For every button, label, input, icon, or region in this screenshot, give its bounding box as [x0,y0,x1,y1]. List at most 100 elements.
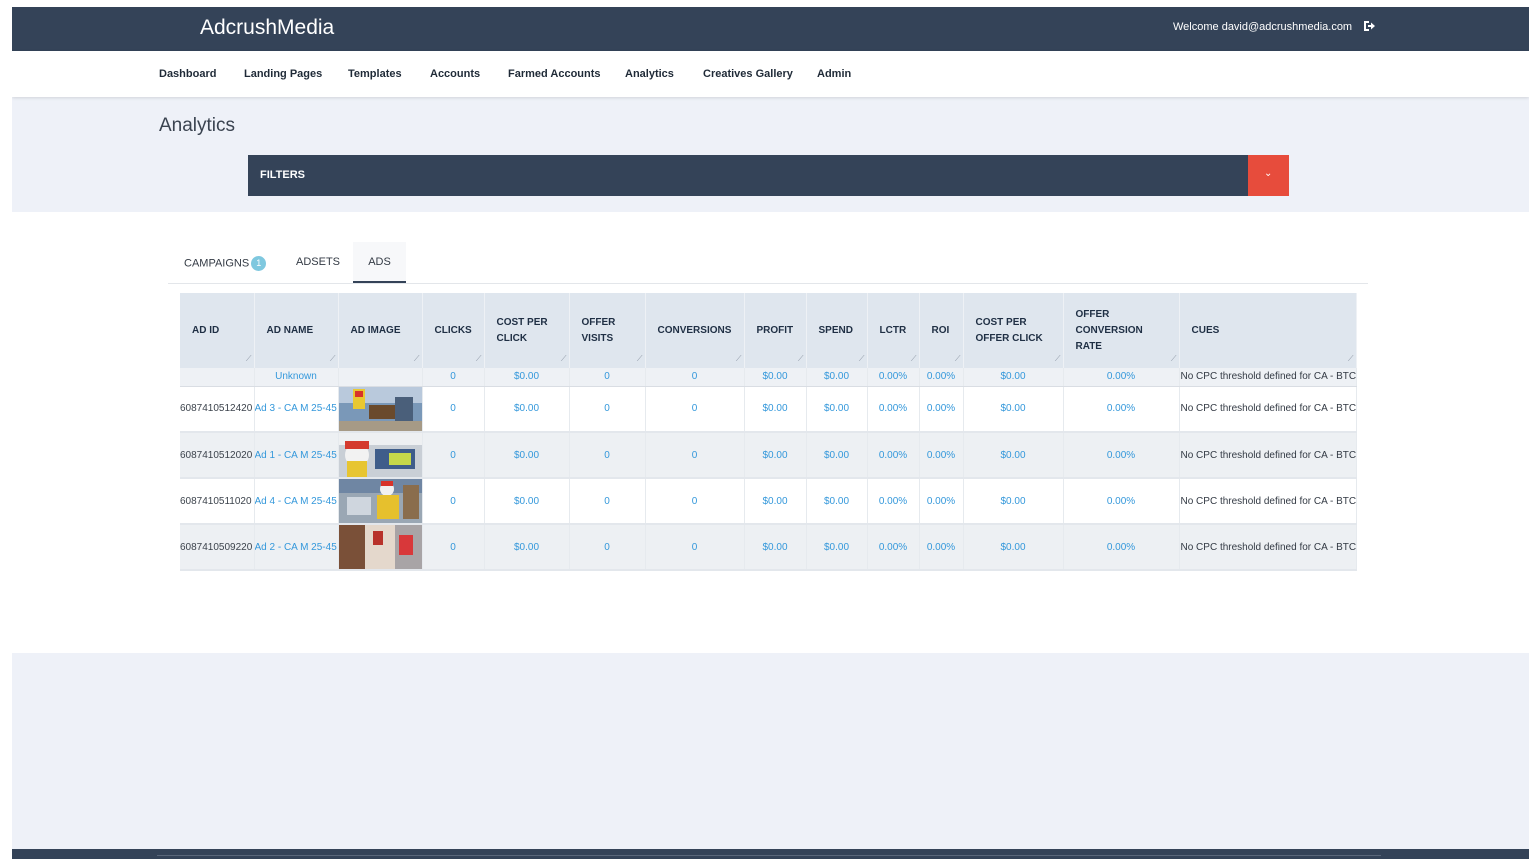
spend-cell[interactable]: $0.00 [806,432,868,479]
column-header[interactable]: OFFER VISITS ⟋ [569,293,646,368]
profit-cell[interactable]: $0.00 [744,478,807,525]
column-header[interactable]: LCTR ⟋ [867,293,920,368]
roi-cell[interactable]: 0.00% [919,432,964,479]
column-header[interactable]: ROI ⟋ [919,293,964,368]
ad-thumbnail-image[interactable] [338,386,422,431]
resize-handle-icon: ⟋ [245,354,252,363]
offer-visits-cell[interactable]: 0 [569,524,646,571]
tab-campaigns[interactable]: CAMPAIGNS 1 [184,242,267,283]
cpc-cell[interactable]: $0.00 [484,524,570,571]
cpc-cell[interactable]: $0.00 [484,368,570,387]
clicks-cell[interactable]: 0 [422,368,485,387]
clicks-cell[interactable]: 0 [422,524,485,571]
page-title: Analytics [159,115,236,136]
ad-id-cell: 6087410511020 [180,478,255,525]
cpoc-cell[interactable]: $0.00 [963,432,1064,479]
ad-thumbnail-image[interactable] [338,525,422,569]
filters-toggle-button[interactable]: ⌄ [1248,155,1289,196]
column-header[interactable]: SPEND ⟋ [806,293,868,368]
clicks-cell[interactable]: 0 [422,478,485,525]
conversions-cell[interactable]: 0 [645,386,745,433]
ocr-cell[interactable]: 0.00% [1063,478,1180,525]
clicks-cell[interactable]: 0 [422,386,485,433]
nav-analytics[interactable]: Analytics [625,68,674,80]
filters-panel[interactable]: FILTERS ⌄ [248,155,1289,196]
roi-cell[interactable]: 0.00% [919,524,964,571]
nav-templates[interactable]: Templates [348,68,402,80]
conversions-cell[interactable]: 0 [645,524,745,571]
ad-name-link[interactable]: Ad 4 - CA M 25-45 [254,478,339,525]
cpc-cell[interactable]: $0.00 [484,432,570,479]
nav-farmed-accounts[interactable]: Farmed Accounts [508,68,601,80]
tab-adsets[interactable]: ADSETS [296,242,340,283]
profit-cell[interactable]: $0.00 [744,368,807,387]
ocr-cell[interactable]: 0.00% [1063,432,1180,479]
ocr-cell[interactable]: 0.00% [1063,386,1180,433]
column-header[interactable]: CONVERSIONS ⟋ [645,293,745,368]
brand-logo[interactable]: AdcrushMedia [200,16,334,40]
offer-visits-cell[interactable]: 0 [569,432,646,479]
nav-creatives-gallery[interactable]: Creatives Gallery [703,68,793,80]
offer-visits-cell[interactable]: 0 [569,478,646,525]
column-header[interactable]: AD IMAGE ⟋ [338,293,423,368]
cpc-cell[interactable]: $0.00 [484,478,570,525]
nav-admin[interactable]: Admin [817,68,851,80]
cpoc-cell[interactable]: $0.00 [963,524,1064,571]
lctr-cell[interactable]: 0.00% [867,386,920,433]
ad-name-link[interactable]: Ad 1 - CA M 25-45 [254,432,339,479]
ad-id-cell: 6087410512020 [180,432,255,479]
nav-landing-pages[interactable]: Landing Pages [244,68,322,80]
conversions-cell[interactable]: 0 [645,478,745,525]
column-header[interactable]: AD ID ⟋ [180,293,255,368]
cpoc-cell[interactable]: $0.00 [963,478,1064,525]
tab-ads[interactable]: ADS [353,242,406,283]
profit-cell[interactable]: $0.00 [744,524,807,571]
ad-id-cell: 6087410512420 [180,386,255,433]
column-header[interactable]: OFFER CONVERSION RATE ⟋ [1063,293,1180,368]
ocr-cell[interactable]: 0.00% [1063,368,1180,387]
clicks-cell[interactable]: 0 [422,432,485,479]
column-header[interactable]: AD NAME ⟋ [254,293,339,368]
ocr-cell[interactable]: 0.00% [1063,524,1180,571]
column-header[interactable]: CLICKS ⟋ [422,293,485,368]
ad-thumbnail-image[interactable] [338,479,422,523]
cpoc-cell[interactable]: $0.00 [963,386,1064,433]
roi-cell[interactable]: 0.00% [919,478,964,525]
lctr-cell[interactable]: 0.00% [867,478,920,525]
spend-cell[interactable]: $0.00 [806,478,868,525]
ad-id-cell [180,368,255,387]
column-header[interactable]: COST PER CLICK ⟋ [484,293,570,368]
ad-name-link[interactable]: Ad 2 - CA M 25-45 [254,524,339,571]
cpc-cell[interactable]: $0.00 [484,386,570,433]
nav-dashboard[interactable]: Dashboard [159,68,216,80]
roi-cell[interactable]: 0.00% [919,386,964,433]
spend-cell[interactable]: $0.00 [806,368,868,387]
lctr-cell[interactable]: 0.00% [867,524,920,571]
ad-name-link[interactable]: Ad 3 - CA M 25-45 [254,386,339,433]
ad-thumbnail-image[interactable] [338,433,422,477]
cpoc-cell[interactable]: $0.00 [963,368,1064,387]
ad-image-cell [338,386,423,433]
offer-visits-cell[interactable]: 0 [569,368,646,387]
spend-cell[interactable]: $0.00 [806,386,868,433]
profit-cell[interactable]: $0.00 [744,432,807,479]
campaigns-count-badge: 1 [251,256,267,271]
conversions-cell[interactable]: 0 [645,368,745,387]
ad-name-link[interactable]: Unknown [254,368,339,387]
profit-cell[interactable]: $0.00 [744,386,807,433]
logout-icon[interactable] [1362,19,1376,33]
column-header[interactable]: COST PER OFFER CLICK ⟋ [963,293,1064,368]
roi-cell[interactable]: 0.00% [919,368,964,387]
ad-image-cell [338,478,423,525]
offer-visits-cell[interactable]: 0 [569,386,646,433]
nav-accounts[interactable]: Accounts [430,68,480,80]
table-row: 6087410511020 Ad 4 - CA M 25-45 0 $0.00 … [180,478,1357,525]
resize-handle-icon: ⟋ [1347,354,1354,363]
lctr-cell[interactable]: 0.00% [867,368,920,387]
column-header[interactable]: PROFIT ⟋ [744,293,807,368]
lctr-cell[interactable]: 0.00% [867,432,920,479]
spend-cell[interactable]: $0.00 [806,524,868,571]
conversions-cell[interactable]: 0 [645,432,745,479]
column-header[interactable]: CUES ⟋ [1179,293,1357,368]
resize-handle-icon: ⟋ [797,354,804,363]
